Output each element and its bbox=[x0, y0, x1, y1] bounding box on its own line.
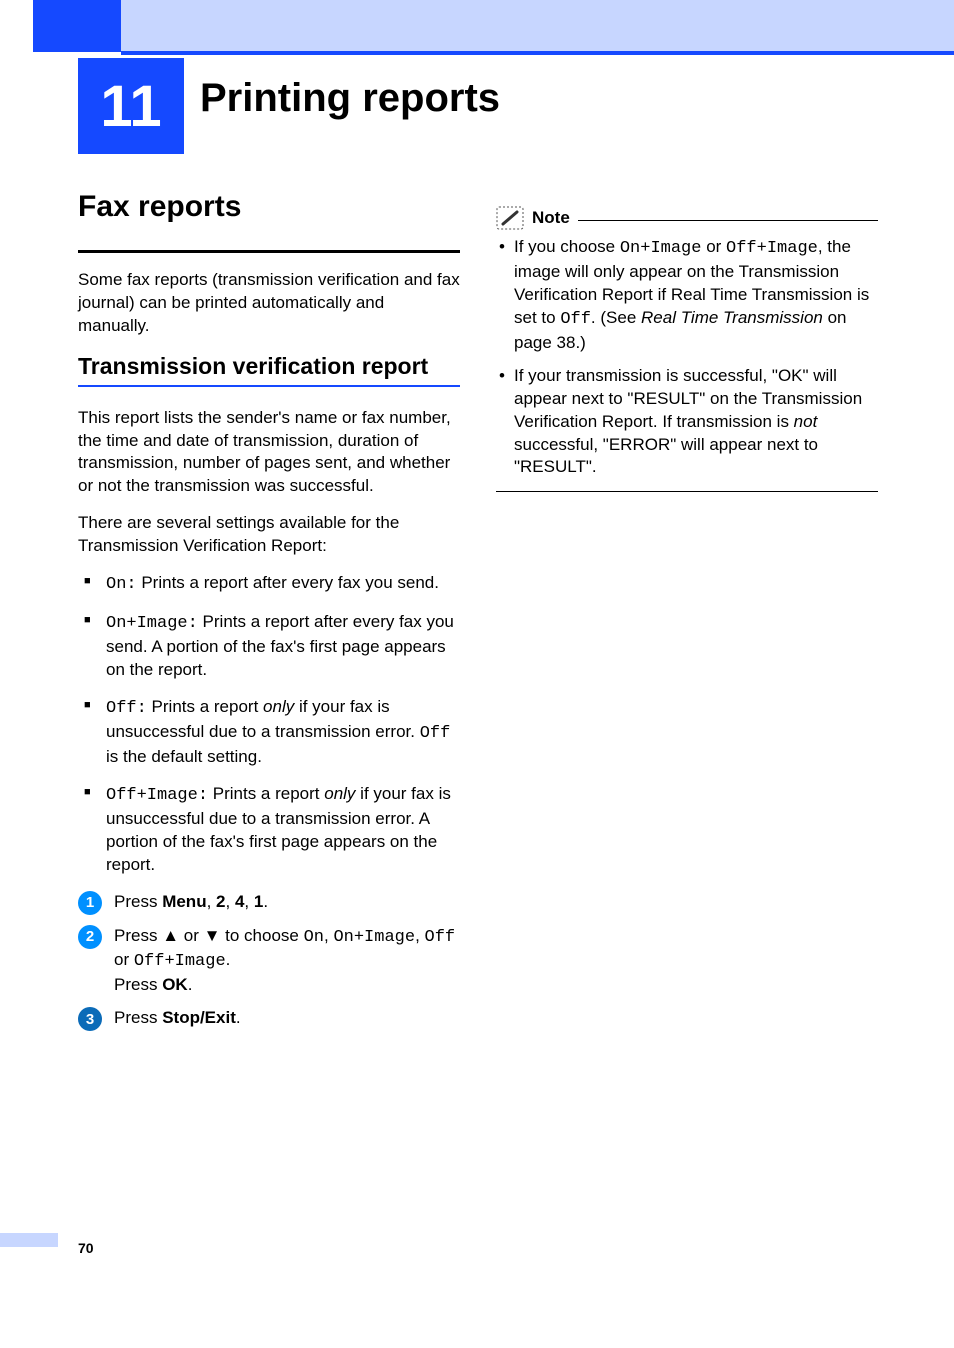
n1-pre: If you choose bbox=[514, 237, 620, 256]
header-divider bbox=[121, 51, 954, 55]
s2-period: . bbox=[226, 950, 231, 969]
label-off: Off: bbox=[106, 699, 147, 718]
settings-bullet-list: On: Prints a report after every fax you … bbox=[106, 572, 460, 876]
n1-ital: Real Time Transmission bbox=[641, 308, 823, 327]
n2-b: successful, "ERROR" will appear next to … bbox=[514, 435, 818, 477]
n1-dot: . (See bbox=[591, 308, 641, 327]
down-arrow-icon: ▼ bbox=[204, 926, 221, 945]
code-off: Off bbox=[420, 724, 451, 743]
step-badge-3: 3 bbox=[78, 1007, 102, 1031]
header-bar bbox=[121, 0, 954, 52]
s1-c1: , bbox=[207, 892, 216, 911]
h2-transmission-verification: Transmission verification report bbox=[78, 352, 460, 381]
note-header: Note bbox=[496, 206, 878, 230]
step-1: 1 Press Menu, 2, 4, 1. bbox=[78, 891, 460, 915]
n1-offimg: Off+Image bbox=[726, 239, 818, 258]
step-badge-2: 2 bbox=[78, 925, 102, 949]
n1-onimg: On+Image bbox=[620, 239, 702, 258]
s2-choose: to choose bbox=[220, 926, 303, 945]
chapter-title: Printing reports bbox=[200, 76, 500, 121]
s3-end: . bbox=[236, 1008, 241, 1027]
n2-not: not bbox=[794, 412, 818, 431]
s3-pre: Press bbox=[114, 1008, 162, 1027]
step-badge-1: 1 bbox=[78, 891, 102, 915]
s2-off: Off bbox=[425, 928, 456, 947]
s3-stopexit: Stop/Exit bbox=[162, 1008, 236, 1027]
h1-rule bbox=[78, 244, 460, 253]
steps-list: 1 Press Menu, 2, 4, 1. 2 Press ▲ or ▼ to… bbox=[78, 891, 460, 1032]
s2-onimg: On+Image bbox=[333, 928, 415, 947]
bullet-on-image: On+Image: Prints a report after every fa… bbox=[106, 611, 460, 682]
s1-menu: Menu bbox=[162, 892, 206, 911]
right-column: Note If you choose On+Image or Off+Image… bbox=[496, 190, 878, 1045]
header-square bbox=[33, 0, 121, 52]
s2-on: On bbox=[304, 928, 324, 947]
text-off-prefix: Prints a report bbox=[147, 697, 263, 716]
bullet-off-image: Off+Image: Prints a report only if your … bbox=[106, 783, 460, 877]
s2-pre: Press bbox=[114, 926, 162, 945]
s2-ok: OK bbox=[162, 975, 188, 994]
s1-c2: , bbox=[226, 892, 235, 911]
s1-end: . bbox=[263, 892, 268, 911]
note-icon bbox=[496, 206, 524, 230]
note-label: Note bbox=[532, 208, 570, 228]
step-3: 3 Press Stop/Exit. bbox=[78, 1007, 460, 1031]
n1-or: or bbox=[701, 237, 726, 256]
step-1-text: Press Menu, 2, 4, 1. bbox=[114, 891, 268, 914]
note-bullets: If you choose On+Image or Off+Image, the… bbox=[514, 236, 878, 479]
left-column: Fax reports Some fax reports (transmissi… bbox=[78, 190, 460, 1045]
note-header-line bbox=[578, 220, 878, 221]
text-offimg-prefix: Prints a report bbox=[208, 784, 324, 803]
text-offimg-only: only bbox=[324, 784, 355, 803]
s1-c3: , bbox=[244, 892, 253, 911]
s2-comma2: , bbox=[415, 926, 424, 945]
text-off-end: is the default setting. bbox=[106, 747, 262, 766]
label-on-image: On+Image: bbox=[106, 614, 198, 633]
step-3-text: Press Stop/Exit. bbox=[114, 1007, 241, 1030]
footer-bar bbox=[0, 1233, 58, 1247]
label-off-image: Off+Image: bbox=[106, 786, 208, 805]
s2-or1: or bbox=[179, 926, 204, 945]
s1-pre: Press bbox=[114, 892, 162, 911]
text-off-only: only bbox=[263, 697, 294, 716]
step-2-text: Press ▲ or ▼ to choose On, On+Image, Off… bbox=[114, 925, 460, 998]
note-bottom-rule bbox=[496, 491, 878, 492]
s2-end2: . bbox=[188, 975, 193, 994]
h2-rule bbox=[78, 385, 460, 387]
bullet-on: On: Prints a report after every fax you … bbox=[106, 572, 460, 597]
bullet-off: Off: Prints a report only if your fax is… bbox=[106, 696, 460, 769]
text-on: Prints a report after every fax you send… bbox=[137, 573, 439, 592]
desc-paragraph-1: This report lists the sender's name or f… bbox=[78, 407, 460, 499]
s2-press: Press bbox=[114, 975, 162, 994]
up-arrow-icon: ▲ bbox=[162, 926, 179, 945]
intro-paragraph: Some fax reports (transmission verificat… bbox=[78, 269, 460, 338]
note-bullet-1: If you choose On+Image or Off+Image, the… bbox=[514, 236, 878, 355]
s2-offimg: Off+Image bbox=[134, 952, 226, 971]
page-number: 70 bbox=[78, 1240, 94, 1256]
chapter-number-badge: 11 bbox=[78, 58, 184, 154]
s1-4: 4 bbox=[235, 892, 244, 911]
h1-fax-reports: Fax reports bbox=[78, 190, 460, 224]
note-bullet-2: If your transmission is successful, "OK"… bbox=[514, 365, 878, 480]
content-columns: Fax reports Some fax reports (transmissi… bbox=[78, 190, 878, 1045]
s1-1: 1 bbox=[254, 892, 263, 911]
step-2: 2 Press ▲ or ▼ to choose On, On+Image, O… bbox=[78, 925, 460, 998]
desc-paragraph-2: There are several settings available for… bbox=[78, 512, 460, 558]
s1-2: 2 bbox=[216, 892, 225, 911]
s2-or2: or bbox=[114, 950, 134, 969]
label-on: On: bbox=[106, 575, 137, 594]
n1-off: Off bbox=[560, 310, 591, 329]
